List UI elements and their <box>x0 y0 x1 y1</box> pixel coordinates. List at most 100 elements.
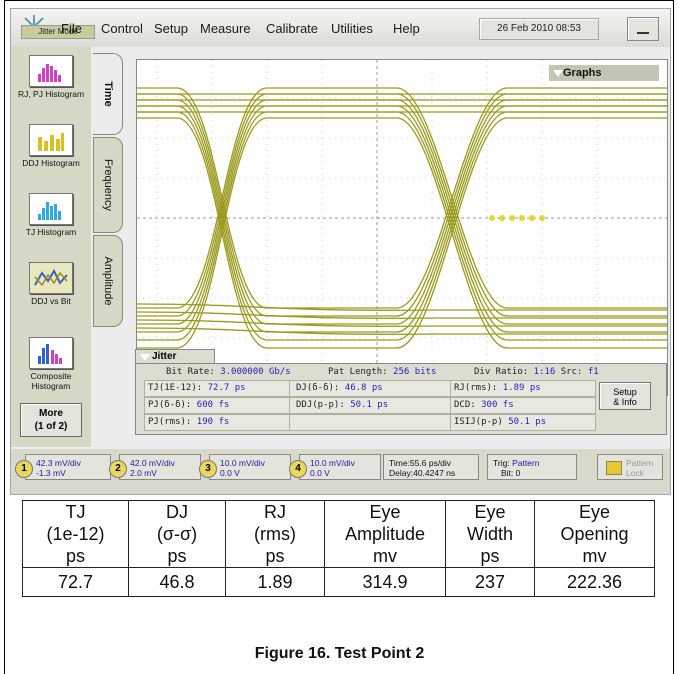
channel-4-scale-value: 10.0 mV/div <box>310 458 355 468</box>
channel-3-scale[interactable]: 10.0 mV/div 0.0 V <box>209 454 291 480</box>
pj-rms-readout: PJ(rms): 190 fs <box>148 417 229 427</box>
rj-value: 1.89 ps <box>502 383 541 393</box>
tj-readout: TJ(1E-12): 72.7 ps <box>148 383 246 393</box>
pat-length-label: Pat Length: <box>328 367 388 377</box>
tab-amplitude[interactable]: Amplitude <box>93 235 123 327</box>
header-line: (σ-σ) <box>156 524 198 544</box>
dropdown-icon <box>553 70 563 77</box>
lock-icon <box>606 461 622 475</box>
header-rj: RJ (rms) ps <box>225 500 325 568</box>
header-line: Eye <box>578 502 611 522</box>
dcd-readout: DCD: 300 fs <box>454 400 514 410</box>
table-row: 72.7 46.8 1.89 314.9 237 222.36 <box>22 567 655 597</box>
rj-label: RJ(rms): <box>454 383 498 393</box>
tab-time[interactable]: Time <box>93 53 123 135</box>
cell-eye-amplitude: 314.9 <box>324 567 446 597</box>
pj-rms-label: PJ(rms): <box>148 417 192 427</box>
src-value: f1 <box>587 367 599 377</box>
delay-value: Delay:40.4247 ns <box>389 468 456 478</box>
menu-control[interactable]: Control <box>101 21 143 36</box>
menu-measure[interactable]: Measure <box>200 21 251 36</box>
channel-4-badge: 4 <box>289 460 307 478</box>
menu-calibrate[interactable]: Calibrate <box>266 21 318 36</box>
header-line: Width <box>466 524 513 544</box>
channel-2-scale-value: 42.0 mV/div <box>130 458 175 468</box>
more-button[interactable]: More (1 of 2) <box>20 403 82 437</box>
eye-diagram-plot <box>136 60 667 395</box>
tj-histogram-button[interactable]: TJ Histogram <box>16 193 86 237</box>
header-eye-width: Eye Width ps <box>445 500 535 568</box>
trigger-control[interactable]: Trig: Pattern Bit: 0 <box>487 454 577 480</box>
cell-tj: 72.7 <box>22 567 129 597</box>
eye-trace <box>137 93 667 317</box>
channel-2-scale[interactable]: 42.0 mV/div 2.0 mV <box>119 454 201 480</box>
channel-1-scale[interactable]: 42.3 mV/div -1.3 mV <box>25 454 111 480</box>
graphs-label: Graphs <box>563 67 602 79</box>
eye-trace <box>137 99 667 325</box>
bit-label: Bit: <box>501 468 514 478</box>
tab-time-label: Time <box>101 81 114 107</box>
header-line: RJ <box>264 502 286 522</box>
channel-4-offset-value: 0.0 V <box>310 468 330 478</box>
cell-rj: 1.89 <box>225 567 325 597</box>
minimize-button[interactable] <box>627 17 659 41</box>
eye-trace <box>137 93 667 317</box>
scope-screen: Jitter Mode File Control Setup Measure C… <box>10 8 671 495</box>
rj-readout: RJ(rms): 1.89 ps <box>454 383 541 393</box>
figure-caption: Figure 16. Test Point 2 <box>254 645 425 662</box>
dcd-value: 300 fs <box>481 400 514 410</box>
histogram-icon <box>29 193 73 225</box>
header-line: Opening <box>560 524 629 544</box>
tab-frequency-label: Frequency <box>102 159 114 211</box>
header-line: TJ <box>65 502 86 522</box>
header-line: ps <box>480 546 500 566</box>
tab-frequency[interactable]: Frequency <box>93 137 123 233</box>
tab-amplitude-label: Amplitude <box>102 256 114 306</box>
div-ratio-label: Div Ratio: <box>474 367 529 377</box>
table-header-row: TJ (1e-12) ps DJ (σ-σ) ps RJ (rms) ps Eye Ampli… <box>22 500 655 568</box>
ddj-vs-bit-label: DDJ vs Bit <box>31 296 71 306</box>
header-line: (rms) <box>254 524 296 544</box>
isij-value: 50.1 ps <box>508 417 547 427</box>
header-tj: TJ (1e-12) ps <box>22 500 129 568</box>
bit-value: 0 <box>515 468 521 478</box>
pj-pp-value: 600 fs <box>196 400 230 410</box>
datetime-display: 26 Feb 2010 08:53 <box>479 18 599 40</box>
composite-histogram-label: Composite Histogram <box>30 371 72 391</box>
tj-histogram-label: TJ Histogram <box>25 227 77 237</box>
header-line: Amplitude <box>344 524 426 544</box>
setup-info-button[interactable]: Setup & Info <box>599 382 651 410</box>
channel-3-badge: 3 <box>199 460 217 478</box>
pattern-lock-button[interactable]: Pattern Lock <box>597 454 663 480</box>
channel-3-scale-value: 10.0 mV/div <box>220 458 265 468</box>
jitter-panel-toggle[interactable]: Jitter <box>135 349 215 363</box>
more-label: More <box>39 408 63 419</box>
header-line: (1e-12) <box>46 524 105 544</box>
rjpj-histogram-button[interactable]: RJ, PJ Histogram <box>16 55 86 99</box>
info-label: & Info <box>613 397 637 407</box>
timebase-control[interactable]: Time:55.6 ps/div Delay:40.4247 ns <box>383 454 479 480</box>
time-per-div: Time:55.6 ps/div <box>389 458 452 468</box>
dj-value: 46.8 ps <box>344 383 383 393</box>
ddj-histogram-button[interactable]: DDJ Histogram <box>16 124 86 168</box>
ddj-histogram-label: DDJ Histogram <box>22 158 80 168</box>
ddj-label: DDJ(p-p): <box>296 400 345 410</box>
more-page-label: (1 of 2) <box>34 421 68 432</box>
header-line: mv <box>582 546 607 566</box>
graphs-button[interactable]: Graphs <box>549 65 659 81</box>
pat-length-value: 256 bits <box>393 367 437 377</box>
dcd-label: DCD: <box>454 400 476 410</box>
ddj-vs-bit-button[interactable]: DDJ vs Bit <box>16 262 86 306</box>
menu-setup[interactable]: Setup <box>154 21 188 36</box>
menu-help[interactable]: Help <box>393 21 420 36</box>
composite-histogram-button[interactable]: Composite Histogram <box>16 337 86 391</box>
menu-file[interactable]: File <box>61 21 82 36</box>
jitter-header-label: Jitter <box>152 351 177 362</box>
menu-utilities[interactable]: Utilities <box>331 21 373 36</box>
bit-rate-label: Bit Rate: <box>166 367 215 377</box>
div-ratio-line: Div Ratio: 1:16 Src: f1 <box>474 367 599 377</box>
channel-4-scale[interactable]: 10.0 mV/div 0.0 V <box>299 454 381 480</box>
rjpj-histogram-label: RJ, PJ Histogram <box>17 89 85 99</box>
isij-readout: ISIJ(p-p) 50.1 ps <box>454 417 546 427</box>
tj-label: TJ(1E-12): <box>148 383 203 393</box>
